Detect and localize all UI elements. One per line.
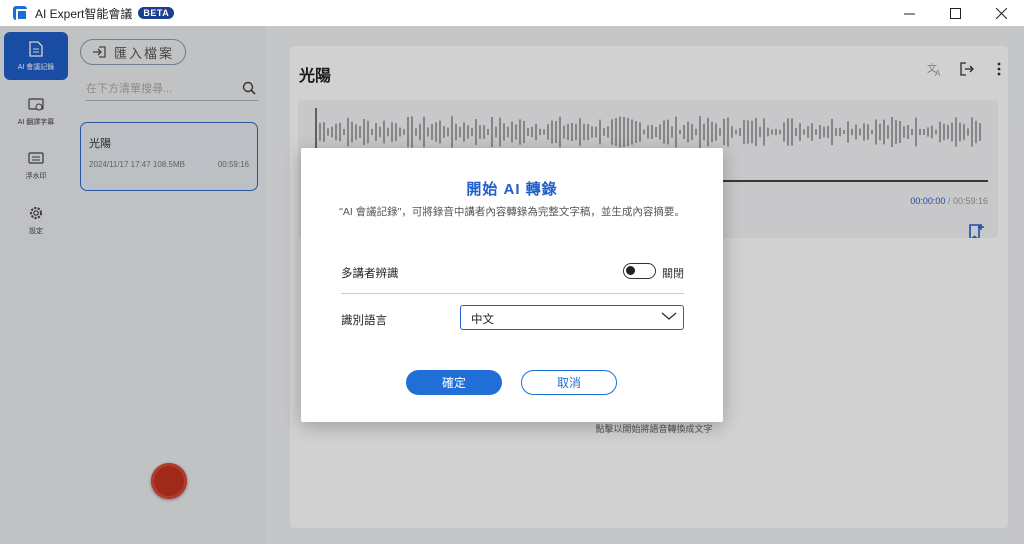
language-select-value: 中文 — [471, 314, 494, 326]
language-label: 識別語言 — [341, 315, 387, 327]
language-row: 識別語言 中文 — [341, 305, 684, 333]
maximize-icon — [949, 7, 961, 19]
speaker-diarization-toggle[interactable] — [623, 263, 656, 279]
title-bar: AI Expert智能會議 BETA — [0, 0, 1024, 26]
dialog-description: "AI 會議記錄"，可將錄音中講者內容轉錄為完整文字稿，並生成內容摘要。 — [339, 206, 685, 218]
app-title: AI Expert智能會議 — [35, 6, 133, 21]
language-select[interactable]: 中文 — [460, 305, 684, 330]
maximize-button[interactable] — [932, 0, 978, 26]
speaker-diarization-row: 多講者辨識 關閉 — [341, 262, 684, 294]
cancel-button[interactable]: 取消 — [521, 370, 617, 395]
minimize-icon — [903, 13, 915, 14]
confirm-button[interactable]: 確定 — [406, 370, 502, 395]
close-icon — [995, 7, 1007, 19]
minimize-button[interactable] — [886, 0, 932, 26]
app-logo-icon — [13, 6, 28, 21]
window-controls — [886, 0, 1024, 26]
start-transcription-dialog: 開始 AI 轉錄 "AI 會議記錄"，可將錄音中講者內容轉錄為完整文字稿，並生成… — [301, 148, 723, 422]
chevron-down-icon — [661, 312, 677, 320]
toggle-state-label: 關閉 — [662, 268, 684, 280]
close-button[interactable] — [978, 0, 1024, 26]
toggle-knob — [626, 266, 635, 275]
beta-badge: BETA — [138, 7, 175, 19]
dialog-title: 開始 AI 轉錄 — [466, 181, 558, 198]
speaker-diarization-label: 多講者辨識 — [341, 268, 399, 280]
